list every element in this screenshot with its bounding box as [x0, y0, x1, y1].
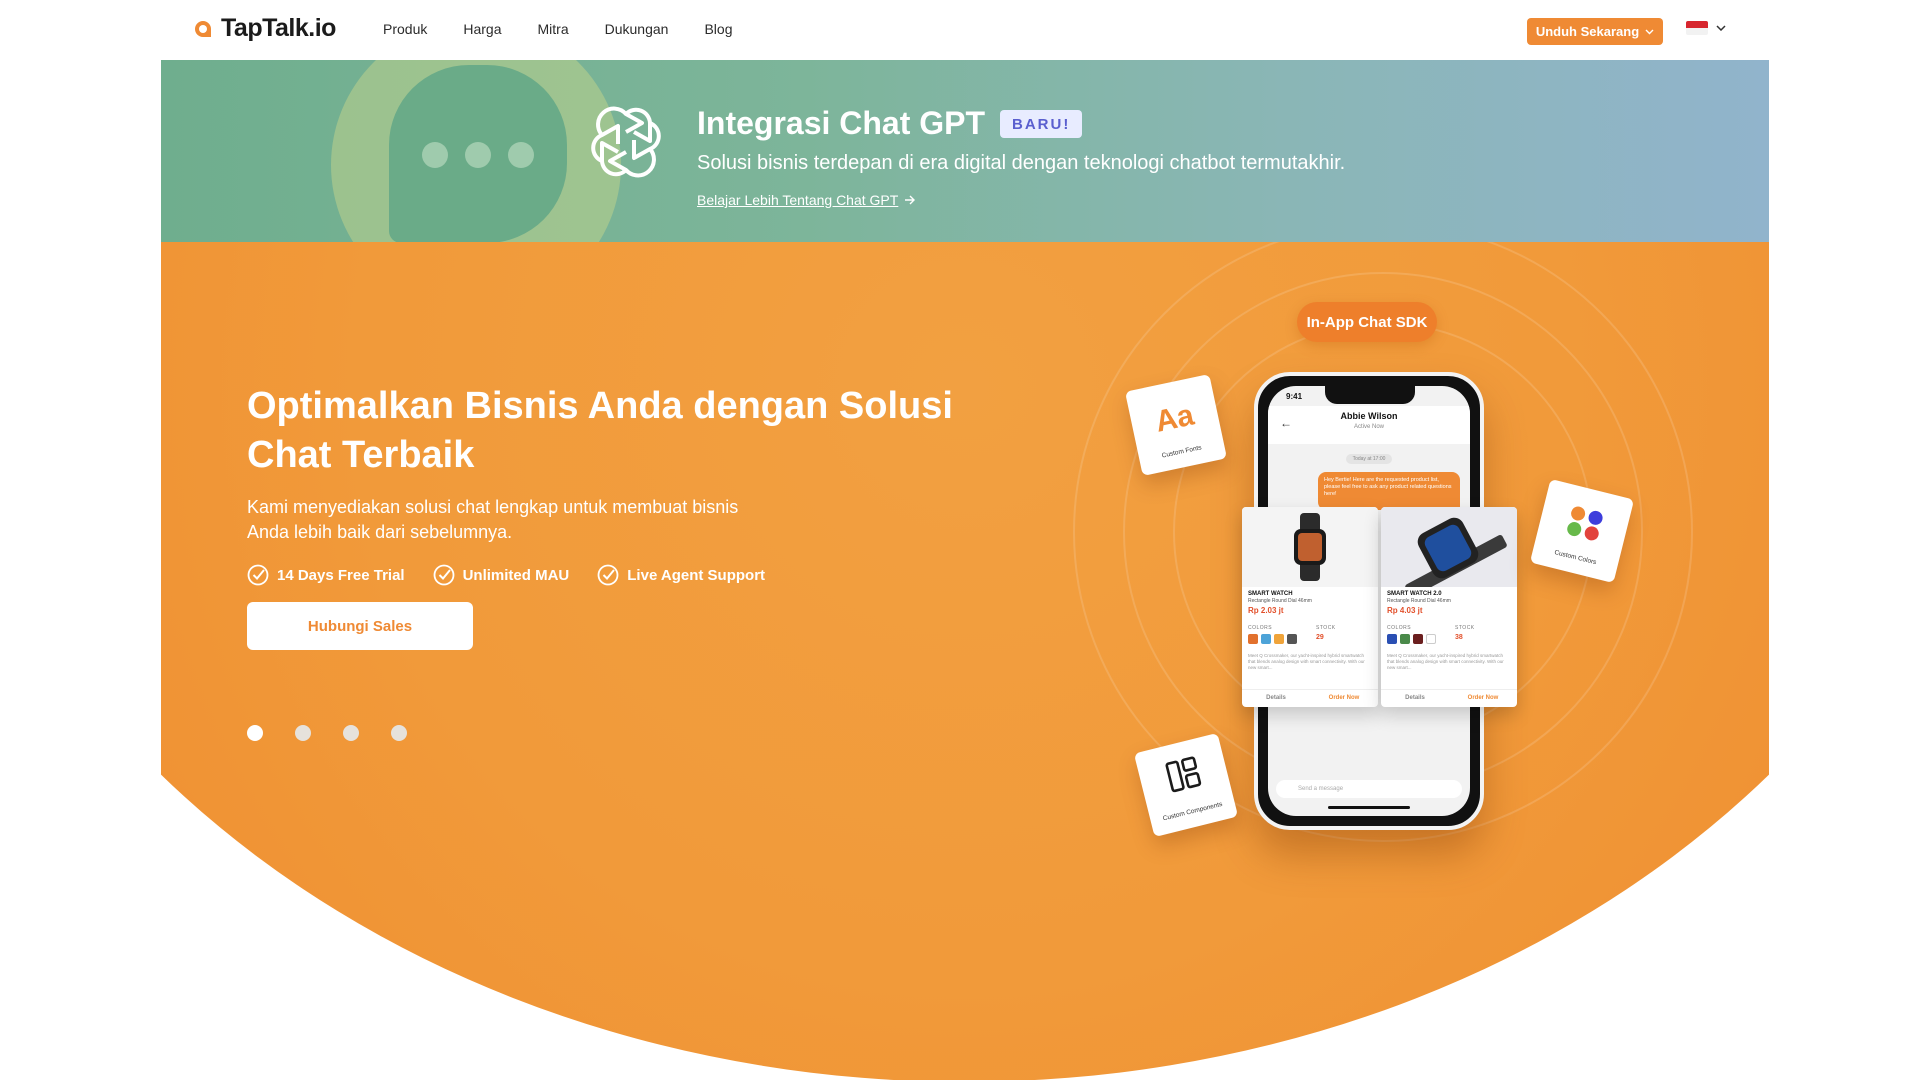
- product-stock: 29: [1316, 634, 1324, 641]
- smartwatch-image: [1242, 507, 1378, 587]
- colors-label: COLORS: [1387, 625, 1412, 631]
- logo-text: TapTalk.io: [221, 14, 336, 42]
- home-indicator: [1328, 806, 1410, 809]
- product-title: SMART WATCH 2.0: [1387, 591, 1442, 597]
- product-description: Meet Q Crossmaker, our yacht-inspired hy…: [1248, 653, 1365, 670]
- typing-dot: [465, 142, 491, 168]
- order-now-button: Order Now: [1328, 695, 1360, 701]
- typing-dot: [422, 142, 448, 168]
- feature-label: Live Agent Support: [627, 566, 766, 584]
- contact-sales-button[interactable]: Hubungi Sales: [247, 602, 473, 650]
- product-stock: 38: [1455, 634, 1463, 641]
- feature-label: 14 Days Free Trial: [277, 566, 405, 584]
- carousel-dot[interactable]: [343, 725, 359, 741]
- phone-notch: [1325, 386, 1415, 404]
- chevron-down-icon: [1716, 25, 1726, 31]
- contact-name: Abbie Wilson: [1340, 411, 1398, 421]
- new-badge: BARU!: [1000, 110, 1083, 138]
- smartwatch-icon: [1405, 517, 1507, 597]
- font-glyph-icon: Aa: [1152, 398, 1197, 439]
- carousel-dot[interactable]: [247, 725, 263, 741]
- chevron-down-icon: [1645, 29, 1654, 34]
- color-swatch: [1248, 634, 1258, 644]
- feature-label: Unlimited MAU: [462, 566, 570, 584]
- language-selector[interactable]: [1686, 21, 1726, 35]
- color-swatch: [1261, 634, 1271, 644]
- feature-item: 14 Days Free Trial: [247, 564, 405, 586]
- check-circle-icon: [597, 564, 619, 586]
- color-swatch: [1387, 634, 1397, 644]
- carousel-dot[interactable]: [391, 725, 407, 741]
- color-swatches: [1248, 634, 1297, 644]
- color-swatch: [1287, 634, 1297, 644]
- nav-link-mitra[interactable]: Mitra: [538, 21, 569, 37]
- product-price: Rp 4.03 jt: [1387, 606, 1423, 615]
- main-nav: Produk Harga Mitra Dukungan Blog: [383, 21, 768, 37]
- contact-status: Active Now: [1353, 424, 1384, 430]
- taptalk-logo[interactable]: TapTalk.io: [193, 14, 336, 43]
- typing-dot: [508, 142, 534, 168]
- details-button: Details: [1266, 695, 1286, 701]
- chat-header: ← Abbie Wilson Active Now: [1268, 406, 1470, 444]
- nav-link-dukungan[interactable]: Dukungan: [605, 21, 669, 37]
- nav-link-harga[interactable]: Harga: [463, 21, 501, 37]
- product-title: SMART WATCH: [1248, 591, 1293, 597]
- chatgpt-banner: Integrasi Chat GPT BARU! Solusi bisnis t…: [161, 60, 1769, 242]
- feature-item: Unlimited MAU: [433, 564, 570, 586]
- hero-section: Optimalkan Bisnis Anda dengan Solusi Cha…: [161, 242, 1769, 1080]
- date-chip: Today at 17:00: [1346, 454, 1392, 464]
- product-card: SMART WATCH Rectangle Round Dial 46mm Rp…: [1242, 507, 1378, 707]
- color-swatch: [1274, 634, 1284, 644]
- stock-label: STOCK: [1455, 625, 1475, 631]
- color-swatch: [1413, 634, 1423, 644]
- chat-bubble-logo-icon: [195, 20, 211, 37]
- status-time: 9:41: [1286, 392, 1303, 401]
- banner-title: Integrasi Chat GPT: [697, 105, 986, 141]
- product-price: Rp 2.03 jt: [1248, 606, 1284, 615]
- message-input: Send a message: [1276, 780, 1462, 798]
- custom-fonts-label: Custom Fonts: [1161, 444, 1203, 460]
- product-card: SMART WATCH 2.0 Rectangle Round Dial 46m…: [1381, 507, 1517, 707]
- product-actions: Details Order Now: [1242, 689, 1378, 707]
- carousel-dots: [247, 725, 407, 741]
- order-now-button: Order Now: [1467, 695, 1499, 701]
- color-swatch: [1400, 634, 1410, 644]
- feature-list: 14 Days Free Trial Unlimited MAU Live Ag…: [247, 564, 765, 586]
- details-button: Details: [1405, 695, 1425, 701]
- colors-label: COLORS: [1248, 625, 1273, 631]
- banner-subtitle: Solusi bisnis terdepan di era digital de…: [697, 152, 1346, 174]
- openai-logo-icon: [591, 106, 661, 178]
- nav-link-produk[interactable]: Produk: [383, 21, 427, 37]
- smartwatch-image: [1381, 507, 1517, 597]
- check-circle-icon: [247, 564, 269, 586]
- color-swatch: [1426, 634, 1436, 644]
- feature-item: Live Agent Support: [597, 564, 765, 586]
- learn-chatgpt-link-label: Belajar Lebih Tentang Chat GPT: [697, 192, 899, 208]
- learn-chatgpt-link[interactable]: Belajar Lebih Tentang Chat GPT: [697, 192, 916, 208]
- product-description: Meet Q Crossmaker, our yacht-inspired hy…: [1387, 653, 1504, 670]
- download-button[interactable]: Unduh Sekarang: [1527, 18, 1663, 45]
- sdk-label-pill: In-App Chat SDK: [1297, 302, 1437, 342]
- product-subtitle: Rectangle Round Dial 46mm: [1387, 598, 1451, 604]
- product-subtitle: Rectangle Round Dial 46mm: [1248, 598, 1312, 604]
- stock-label: STOCK: [1316, 625, 1336, 631]
- hero-description: Kami menyediakan solusi chat lengkap unt…: [247, 497, 739, 542]
- custom-fonts-card: Aa Custom Fonts: [1124, 373, 1228, 477]
- check-circle-icon: [433, 564, 454, 586]
- download-button-label: Unduh Sekarang: [1535, 24, 1640, 39]
- color-swatches: [1387, 634, 1436, 644]
- smartwatch-icon: [1294, 513, 1326, 581]
- arrow-right-icon: [905, 195, 916, 205]
- top-navbar: TapTalk.io Produk Harga Mitra Dukungan B…: [0, 0, 1920, 60]
- indonesia-flag-icon: [1686, 21, 1708, 35]
- carousel-dot[interactable]: [295, 725, 311, 741]
- hero-title: Optimalkan Bisnis Anda dengan Solusi Cha…: [247, 385, 953, 476]
- color-dots-icon: [1567, 506, 1603, 541]
- message-bubble: Hey Bertie! Here are the requested produ…: [1318, 472, 1460, 510]
- nav-link-blog[interactable]: Blog: [704, 21, 732, 37]
- product-actions: Details Order Now: [1381, 689, 1517, 707]
- chat-bubble-decor-icon: [389, 65, 567, 242]
- components-grid-icon: [1165, 756, 1202, 793]
